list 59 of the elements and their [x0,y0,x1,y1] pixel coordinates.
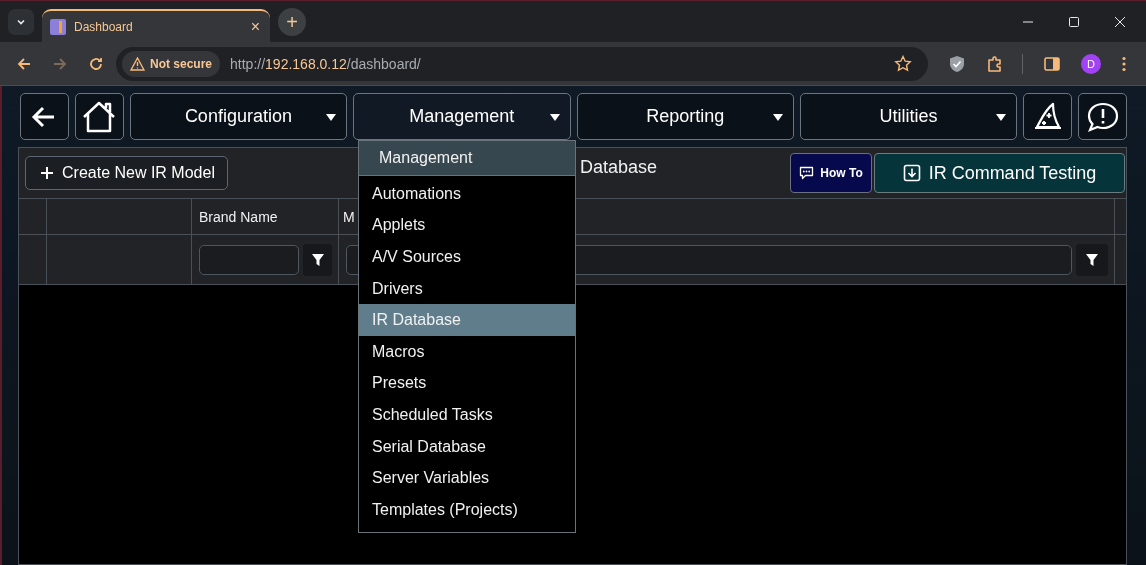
nav-menu-button[interactable]: Configuration [129,93,348,140]
menu-item[interactable]: A/V Sources [359,241,575,273]
address-bar[interactable]: Not secure http://192.168.0.12/dashboard/ [116,46,928,81]
column-header[interactable]: M [343,208,355,225]
security-chip[interactable]: Not secure [122,50,221,77]
profile-avatar[interactable]: D [1081,53,1101,74]
puzzle-icon[interactable] [986,54,1004,73]
filter-input[interactable] [199,244,299,275]
reload-icon[interactable] [88,55,104,72]
close-tab-button[interactable]: × [248,17,262,36]
menu-item[interactable]: Applets [359,209,575,242]
home-button[interactable] [74,93,124,140]
speech-bubble-exclamation-icon [1085,100,1120,133]
close-icon[interactable] [1114,15,1126,28]
menu-item[interactable]: Templates (Projects) [359,493,575,526]
ir-testing-button[interactable]: IR Command Testing [874,153,1125,193]
create-model-button[interactable]: Create New IR Model [25,156,228,190]
filter-button[interactable] [1076,243,1108,276]
more-menu-icon[interactable] [1121,54,1127,73]
filter-icon [310,252,325,267]
page-title: Database [579,156,657,178]
nav-menu-button[interactable]: Utilities [799,93,1018,140]
warning-icon [130,56,145,71]
filter-button[interactable] [303,243,332,276]
star-icon[interactable] [894,54,912,73]
menu-item[interactable]: Presets [359,367,575,400]
url-text: http://192.168.0.12/dashboard/ [230,55,421,72]
menu-item[interactable]: Scheduled Tasks [359,399,575,431]
caret-icon [549,114,560,121]
menu-item[interactable]: Serial Database [359,430,575,463]
plus-icon [41,167,53,179]
download-icon [902,164,921,182]
back-button[interactable] [20,93,69,140]
feedback-button[interactable] [1078,93,1127,140]
nav-menu-button[interactable]: Reporting [576,93,794,140]
menu-item[interactable]: Server Variables [359,462,575,494]
caret-icon [996,114,1007,121]
caret-icon [772,114,783,121]
tab-title: Dashboard [74,19,134,34]
browser-tab[interactable]: Dashboard × [42,8,270,43]
how-to-button[interactable]: How To [790,153,872,193]
new-tab-button[interactable]: + [278,7,306,36]
column-header[interactable]: Brand Name [199,208,278,225]
chat-icon [799,166,815,180]
favicon-icon [50,18,66,35]
menu-item[interactable]: IR Database [359,304,575,336]
side-panel-icon[interactable] [1043,54,1061,73]
nav-menu-button[interactable]: Management [353,93,571,140]
wizard-button[interactable] [1023,93,1073,140]
back-icon[interactable] [16,55,32,72]
filter-icon [1085,252,1099,267]
maximize-icon[interactable] [1068,15,1080,28]
security-label: Not secure [150,56,213,71]
shield-icon[interactable] [948,54,966,73]
caret-icon [326,114,337,121]
menu-item[interactable]: Drivers [359,272,575,305]
menu-item[interactable]: Macros [359,335,575,368]
menu-item[interactable]: Automations [359,178,575,210]
dropdown-header: Management [359,141,575,176]
